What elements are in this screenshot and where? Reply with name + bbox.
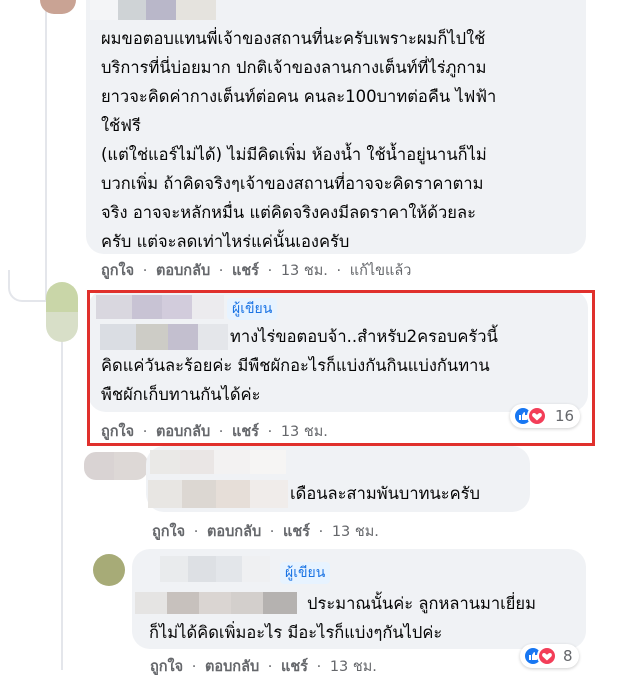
comment-text: เดือนละสามพันบาทนะครับ — [290, 484, 481, 503]
comment-text-first-line: ประมาณนั้นค่ะ ลูกหลานมาเยี่ยม — [307, 594, 536, 613]
thread-line — [45, 0, 47, 300]
reaction-summary[interactable]: 8 — [520, 644, 579, 668]
tagged-name-redacted — [135, 592, 297, 614]
separator: · — [193, 524, 199, 540]
comment-actions: ถูกใจ · ตอบกลับ · แชร์ · 13 ชม. — [152, 520, 379, 543]
comment-text: ผมขอตอบแทนพี่เจ้าของสถานที่นะครับเพราะผม… — [101, 29, 497, 251]
love-reaction-icon — [537, 646, 557, 666]
timestamp[interactable]: 13 ชม. — [281, 263, 328, 279]
separator: · — [267, 263, 273, 279]
avatar[interactable] — [84, 452, 148, 480]
thread-line-reply — [61, 330, 63, 670]
highlight-box — [87, 290, 595, 446]
timestamp[interactable]: 13 ชม. — [332, 524, 379, 540]
avatar[interactable] — [46, 282, 78, 342]
tagged-name-redacted — [148, 480, 288, 508]
commenter-name-redacted — [160, 556, 270, 582]
thread-branch — [8, 270, 50, 302]
edited-label[interactable]: แก้ไขแล้ว — [350, 263, 412, 279]
reply-button[interactable]: ตอบกลับ — [207, 524, 261, 540]
separator: · — [267, 659, 273, 675]
reply-button[interactable]: ตอบกลับ — [205, 659, 259, 675]
comment-text: ก็ไม่ได้คิดเพิ่มอะไร มีอะไรก็แบ่งๆกันไปค… — [149, 623, 443, 642]
commenter-name-redacted — [90, 0, 216, 20]
comment-actions: ถูกใจ · ตอบกลับ · แชร์ · 13 ชม. · แก้ไขแ… — [101, 259, 411, 282]
timestamp[interactable]: 13 ชม. — [330, 659, 377, 675]
separator: · — [336, 263, 342, 279]
commenter-name-redacted — [150, 450, 286, 474]
reaction-count: 8 — [563, 647, 573, 665]
separator: · — [142, 263, 148, 279]
share-button[interactable]: แชร์ — [281, 659, 308, 675]
avatar[interactable] — [93, 554, 125, 586]
separator: · — [318, 524, 324, 540]
like-button[interactable]: ถูกใจ — [101, 263, 134, 279]
share-button[interactable]: แชร์ — [283, 524, 310, 540]
author-badge: ผู้เขียน — [280, 562, 331, 584]
separator: · — [191, 659, 197, 675]
separator: · — [218, 263, 224, 279]
like-button[interactable]: ถูกใจ — [152, 524, 185, 540]
reply-button[interactable]: ตอบกลับ — [156, 263, 210, 279]
separator: · — [269, 524, 275, 540]
separator: · — [316, 659, 322, 675]
like-button[interactable]: ถูกใจ — [150, 659, 183, 675]
share-button[interactable]: แชร์ — [232, 263, 259, 279]
